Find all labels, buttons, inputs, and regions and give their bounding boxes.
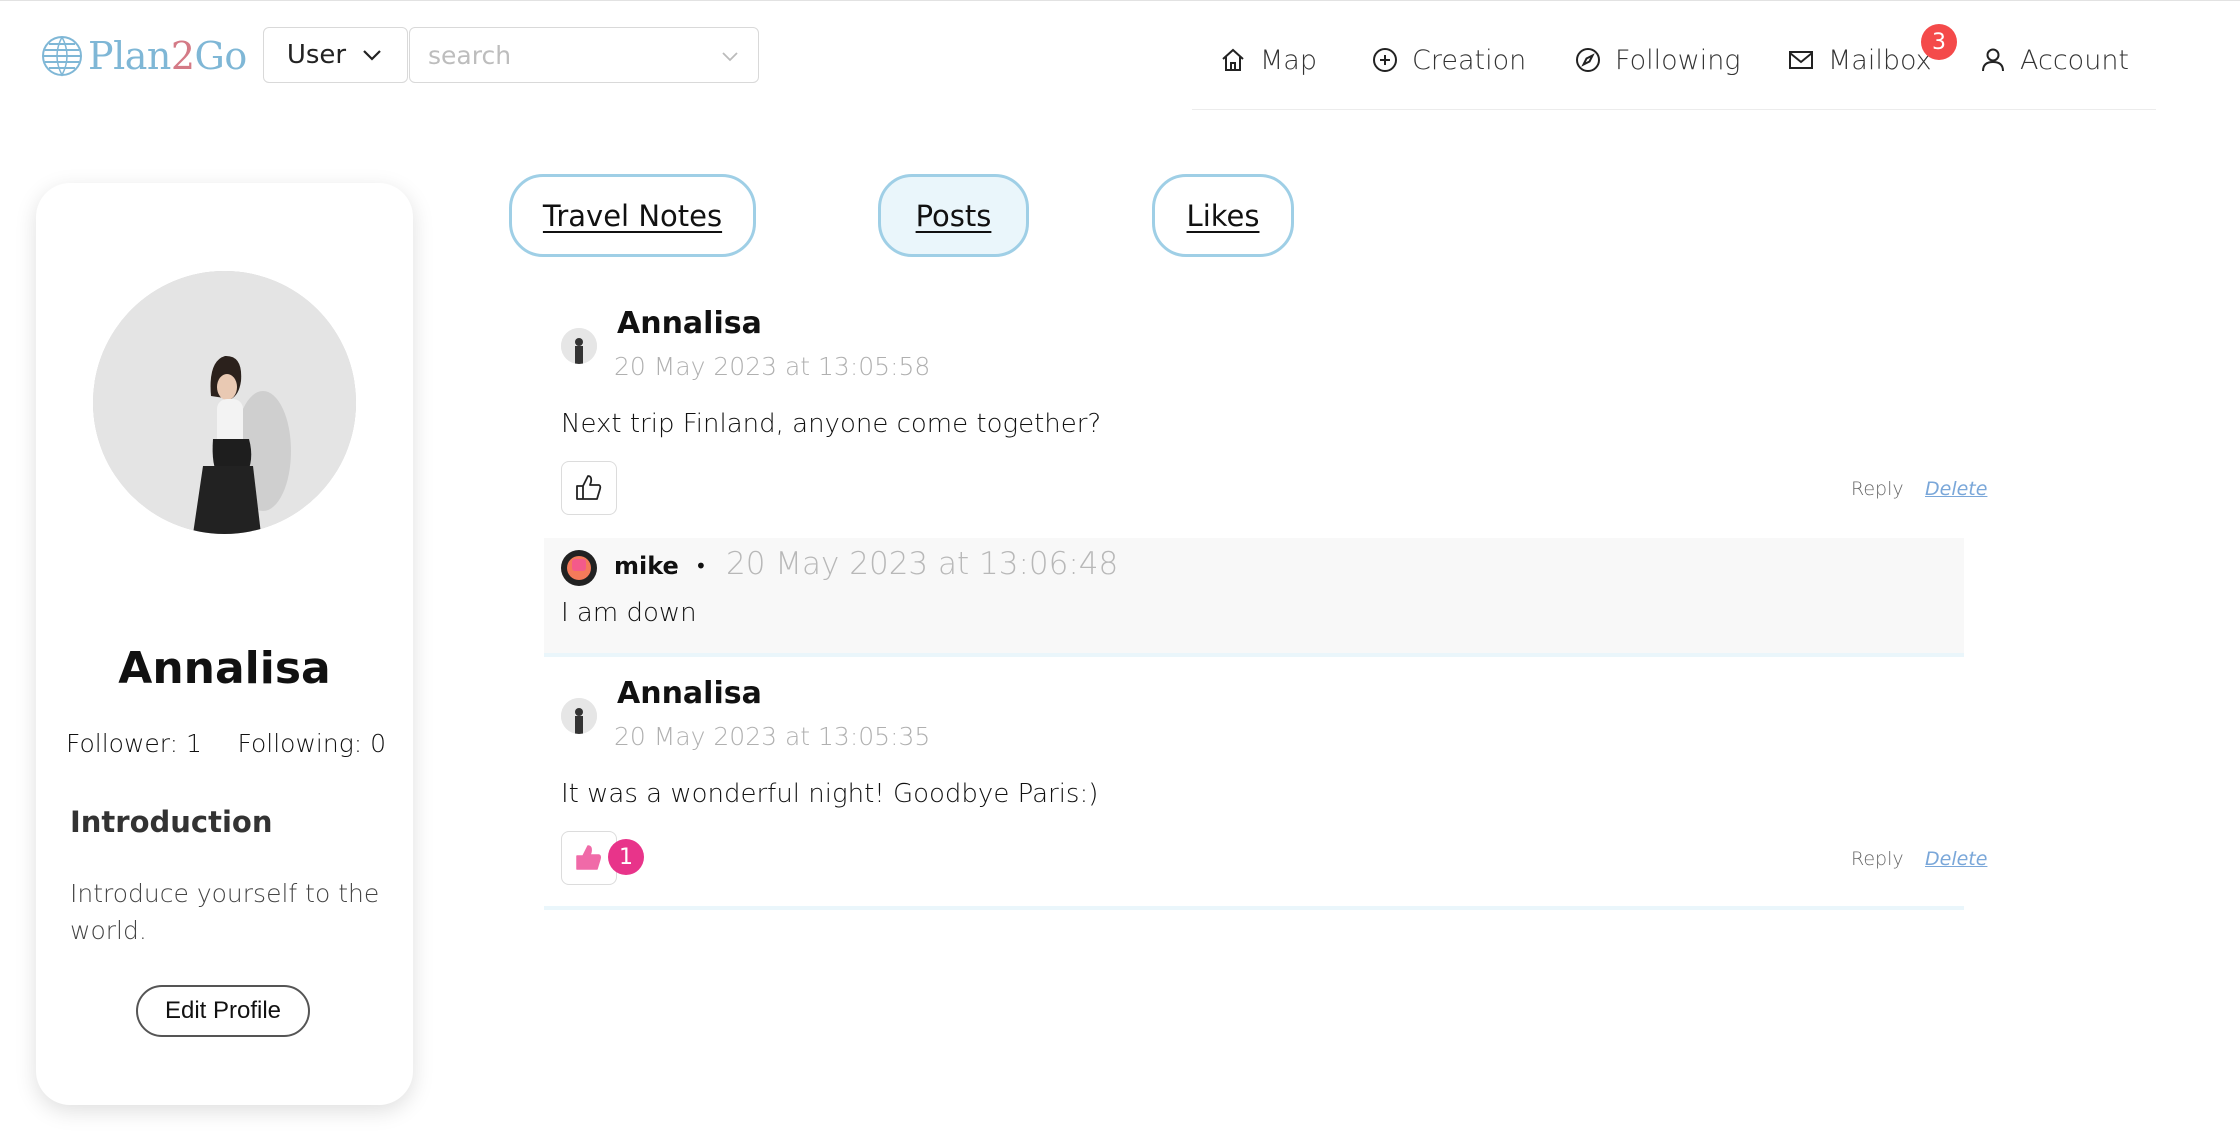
mailbox-badge: 3 (1921, 24, 1957, 60)
comment-text: I am down (561, 598, 697, 628)
nav-following-label: Following (1615, 44, 1741, 76)
comment-item: mike • 20 May 2023 at 13:06:48 I am down (544, 538, 1964, 653)
nav-map-label: Map (1260, 44, 1317, 76)
follow-stats: Follower: 1 Following: 0 (66, 729, 386, 758)
user-select-value: User (286, 40, 347, 70)
nav-account-label: Account (2020, 44, 2130, 76)
follower-count[interactable]: Follower: 1 (66, 729, 202, 758)
reply-link[interactable]: Reply (1851, 478, 1904, 500)
tab-likes[interactable]: Likes (1152, 174, 1294, 257)
search-input[interactable] (428, 36, 708, 74)
comment-author-avatar[interactable] (561, 550, 597, 586)
top-border (0, 0, 2240, 1)
user-icon (1982, 48, 2004, 72)
nav-mailbox[interactable]: Mailbox (1786, 40, 1932, 80)
nav-following[interactable]: Following (1573, 40, 1741, 80)
like-button[interactable] (561, 461, 617, 515)
chevron-down-icon (363, 50, 381, 61)
like-count-badge: 1 (608, 839, 644, 875)
post-text: It was a wonderful night! Goodbye Paris:… (561, 779, 1099, 809)
nav-map[interactable]: Map (1218, 40, 1317, 80)
post-author-name[interactable]: Annalisa (617, 676, 762, 711)
comment-author-name[interactable]: mike (614, 552, 679, 580)
post-author-avatar[interactable] (561, 698, 597, 734)
nav-mailbox-label: Mailbox (1828, 44, 1932, 76)
app-logo[interactable]: Plan2Go (40, 30, 247, 82)
profile-card: Annalisa Follower: 1 Following: 0 Introd… (36, 183, 413, 1105)
search-field[interactable] (409, 27, 759, 83)
tab-posts[interactable]: Posts (878, 174, 1029, 257)
main-nav: Map Creation Following Mailbox 3 Account (1192, 24, 2156, 110)
profile-avatar (93, 271, 356, 534)
mail-icon (1789, 51, 1813, 69)
nav-creation-label: Creation (1412, 44, 1527, 76)
profile-name: Annalisa (118, 643, 331, 694)
post-text: Next trip Finland, anyone come together? (561, 409, 1102, 439)
compass-icon (1576, 48, 1600, 72)
post-timestamp: 20 May 2023 at 13:05:35 (614, 722, 931, 751)
delete-link[interactable]: Delete (1925, 478, 1987, 500)
intro-heading: Introduction (70, 805, 273, 839)
post-divider (544, 653, 1964, 657)
plus-circle-icon (1373, 48, 1397, 72)
logo-text: Plan2Go (88, 34, 247, 78)
reply-link[interactable]: Reply (1851, 848, 1904, 870)
intro-text: Introduce yourself to the world. (70, 879, 380, 945)
edit-profile-button[interactable]: Edit Profile (136, 985, 310, 1037)
post-divider (544, 906, 1964, 910)
thumbs-up-icon (576, 475, 602, 500)
delete-link[interactable]: Delete (1925, 848, 1987, 870)
post-timestamp: 20 May 2023 at 13:05:58 (614, 352, 931, 381)
tab-travel-notes[interactable]: Travel Notes (509, 174, 756, 257)
comment-timestamp: 20 May 2023 at 13:06:48 (726, 546, 1119, 582)
following-count[interactable]: Following: 0 (238, 729, 387, 758)
post-author-name[interactable]: Annalisa (617, 306, 762, 341)
post-author-avatar[interactable] (561, 328, 597, 364)
nav-account[interactable]: Account (1978, 40, 2129, 80)
user-type-select[interactable]: User (263, 27, 408, 83)
nav-creation[interactable]: Creation (1370, 40, 1526, 80)
home-icon (1222, 48, 1244, 71)
thumbs-up-filled-icon (576, 845, 602, 870)
globe-icon (42, 36, 82, 77)
comment-separator: • (695, 554, 707, 578)
chevron-down-icon[interactable] (720, 46, 740, 66)
